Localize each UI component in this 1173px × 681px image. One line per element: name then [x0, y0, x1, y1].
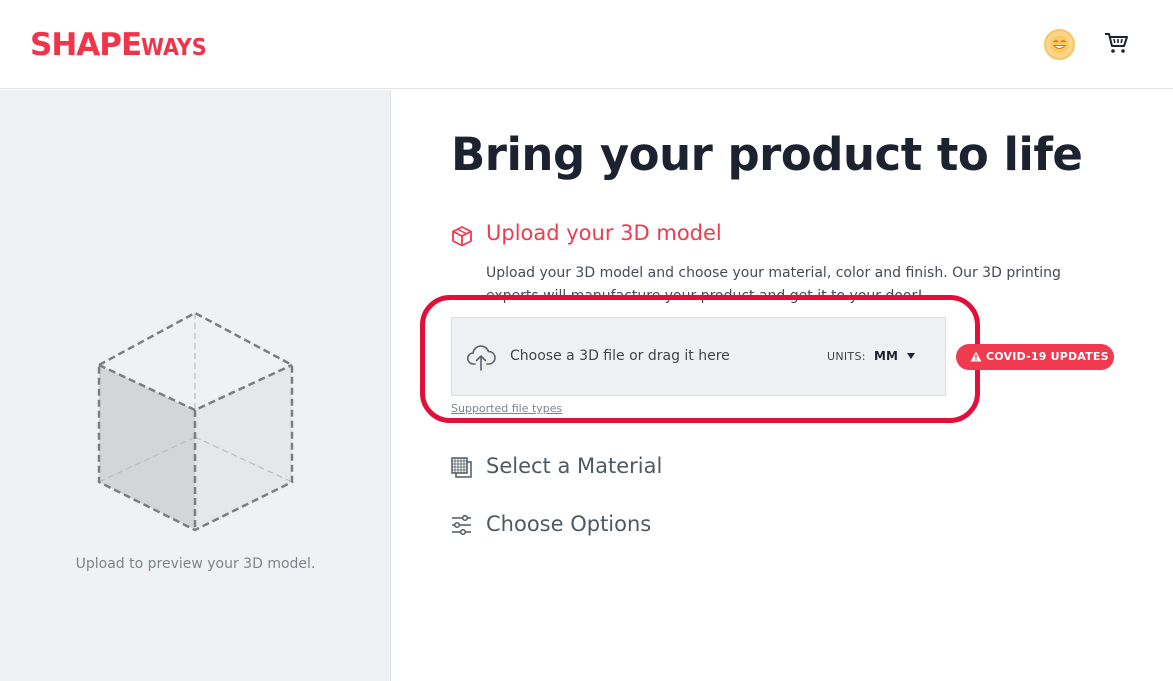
model-preview-panel: Upload to preview your 3D model. — [0, 90, 391, 681]
smiley-avatar-icon — [1050, 35, 1069, 54]
logo-secondary: WAYS — [141, 35, 207, 61]
shopping-cart-icon[interactable] — [1103, 30, 1129, 56]
user-avatar[interactable] — [1044, 29, 1075, 60]
covid-updates-badge[interactable]: COVID-19 UPDATES — [956, 344, 1114, 370]
shapeways-logo[interactable]: SHAPEWAYS — [30, 27, 207, 66]
sliders-icon — [452, 515, 471, 535]
logo-primary: SHAPE — [30, 27, 142, 63]
cube-icon — [452, 226, 472, 247]
step-options-title[interactable]: Choose Options — [486, 512, 651, 536]
step-upload-desc-line1: Upload your 3D model and choose your mat… — [486, 265, 1061, 281]
step-material-title[interactable]: Select a Material — [486, 454, 662, 478]
dashed-cube-icon — [97, 311, 294, 532]
upload-highlight-outline — [420, 295, 980, 423]
covid-updates-label: COVID-19 UPDATES — [986, 350, 1109, 363]
site-header: SHAPEWAYS — [0, 0, 1173, 89]
page-title: Bring your product to life — [451, 128, 1083, 181]
step-upload-title: Upload your 3D model — [486, 221, 722, 245]
warning-icon — [970, 351, 982, 362]
preview-caption: Upload to preview your 3D model. — [75, 556, 316, 572]
material-icon — [451, 457, 472, 478]
